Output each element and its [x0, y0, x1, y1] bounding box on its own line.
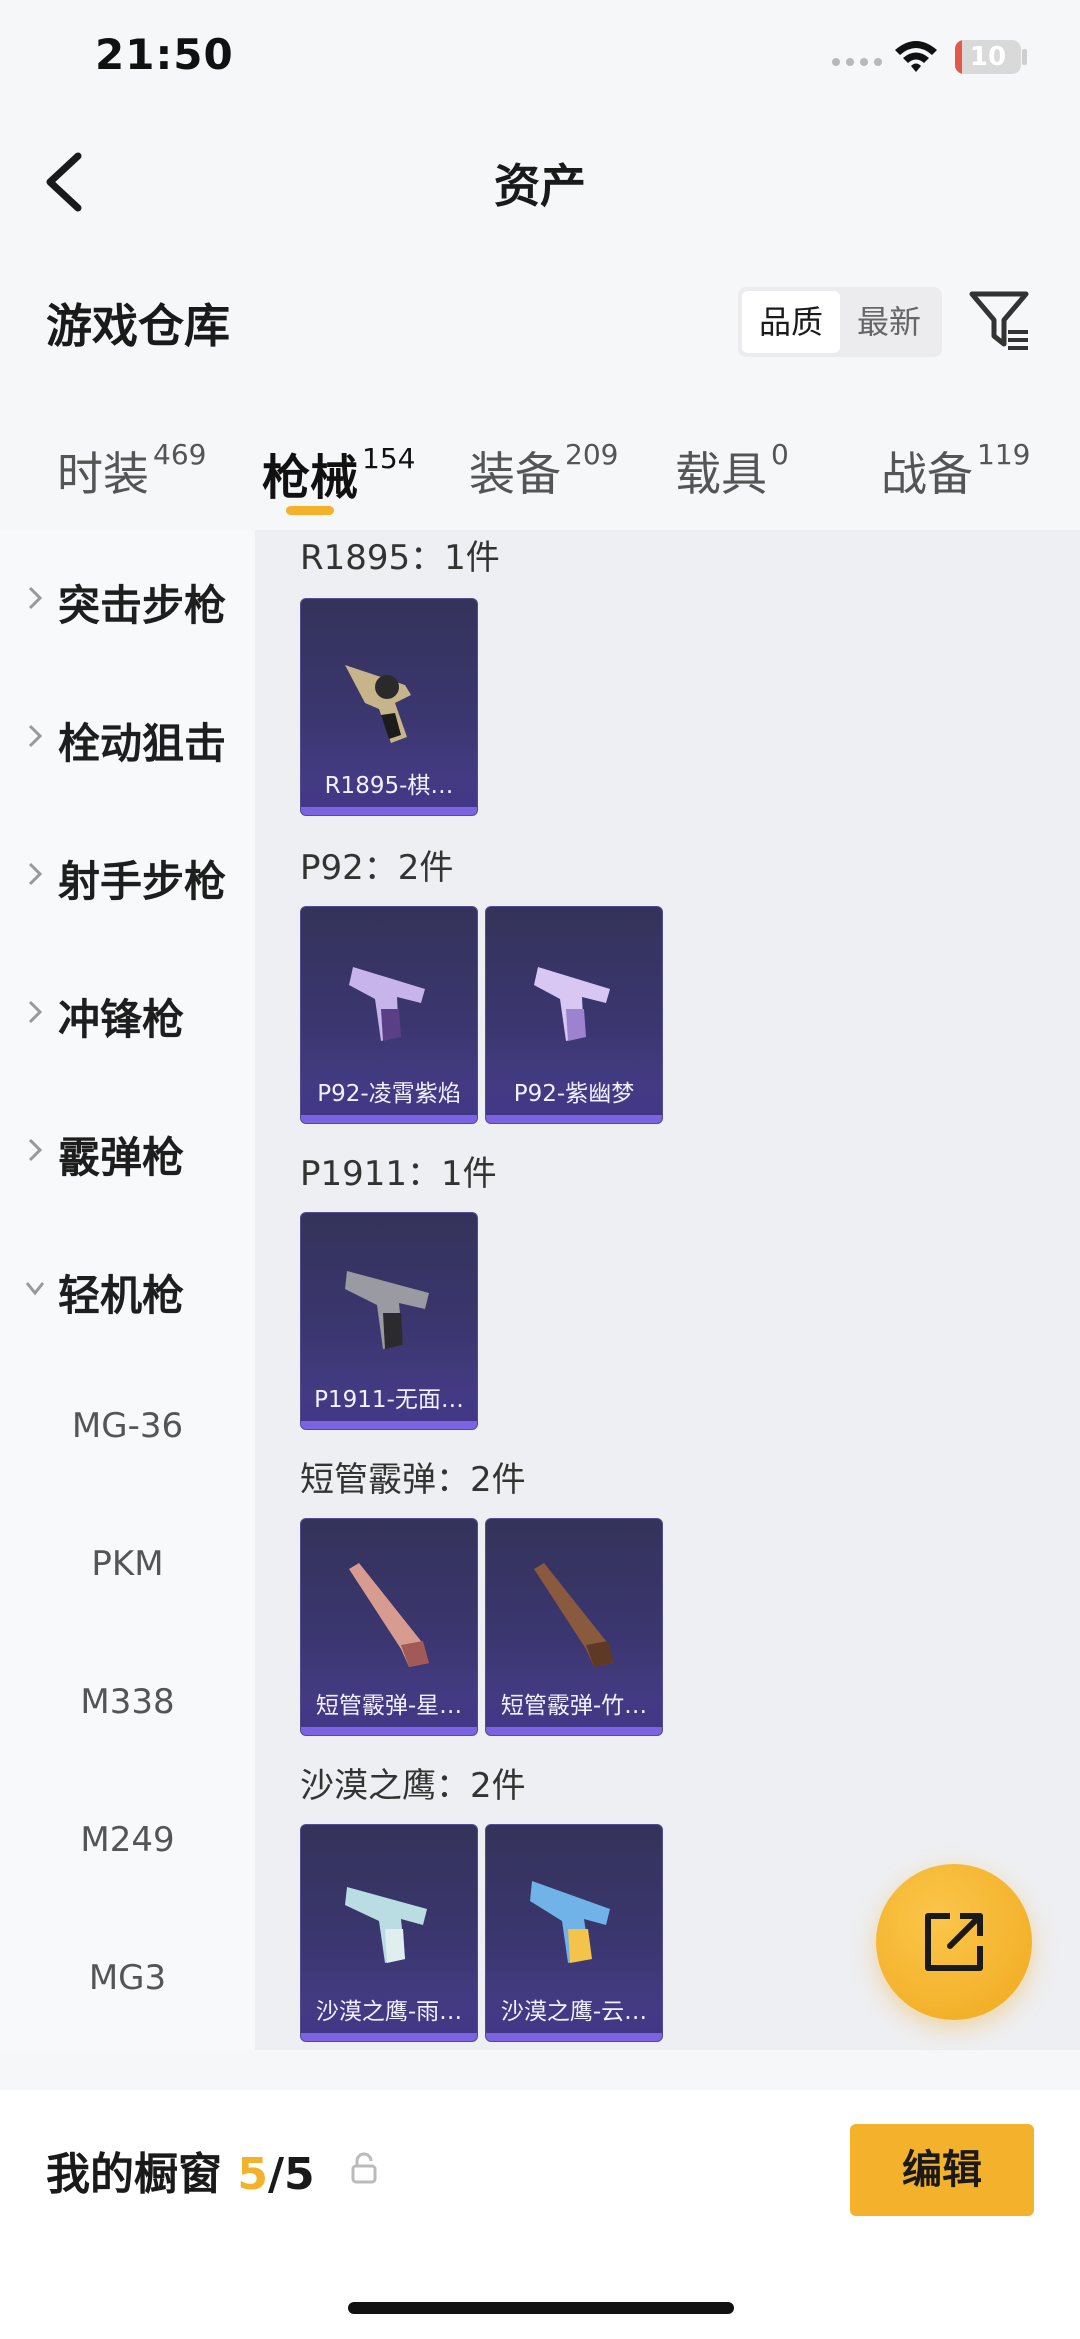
sidebar-subitem-mg36[interactable]: MG-36: [0, 1406, 255, 1446]
weapon-card-label: R1895-棋…: [301, 765, 477, 807]
group-title: R1895：1件: [300, 538, 500, 578]
sidebar-item-smg[interactable]: 冲锋枪: [0, 974, 255, 1054]
showcase-count: 5: [237, 2149, 268, 2200]
category-tabs: 时装 469 枪械 154 装备 209 载具 0 战备 119: [0, 420, 1080, 530]
sort-latest-button[interactable]: 最新: [840, 291, 938, 353]
pistol-icon: [530, 1881, 610, 1963]
weapon-card[interactable]: 短管霰弹-竹…: [485, 1518, 663, 1736]
tab-vehicles[interactable]: 载具 0: [675, 438, 789, 504]
sidebar-subitem-pkm[interactable]: PKM: [0, 1544, 255, 1584]
showcase-label: 我的橱窗 5/5: [46, 2149, 315, 2200]
weapon-card[interactable]: 沙漠之鹰-云…: [485, 1824, 663, 2042]
shotgun-icon: [534, 1563, 614, 1667]
home-indicator: [348, 2302, 734, 2314]
signal-icon: [832, 58, 882, 66]
sidebar-item-bolt-sniper[interactable]: 栓动狙击: [0, 698, 255, 778]
tab-firearms[interactable]: 枪械 154: [262, 438, 415, 508]
active-tab-indicator: [286, 506, 334, 515]
edit-button[interactable]: 编辑: [850, 2124, 1034, 2216]
warehouse-title: 游戏仓库: [46, 299, 230, 353]
chevron-down-icon: [25, 1282, 45, 1296]
showcase-total: /5: [267, 2149, 315, 2200]
chevron-right-icon: [28, 862, 43, 886]
status-bar: 21:50 10: [0, 0, 1080, 120]
revolver-icon: [345, 665, 411, 743]
group-title: 短管霰弹：2件: [300, 1460, 526, 1500]
sidebar-item-marksman-rifle[interactable]: 射手步枪: [0, 836, 255, 916]
share-button[interactable]: [876, 1864, 1032, 2020]
filter-icon[interactable]: [968, 288, 1030, 354]
weapon-card-label: 短管霰弹-竹…: [486, 1685, 662, 1727]
tab-equipment[interactable]: 装备 209: [469, 438, 618, 504]
nav-bar: 资产: [0, 130, 1080, 230]
sort-toggle: 品质 最新: [738, 287, 942, 357]
group-title: 沙漠之鹰：2件: [300, 1766, 526, 1806]
weapon-card-label: P92-凌霄紫焰: [301, 1073, 477, 1115]
sidebar-item-assault-rifle[interactable]: 突击步枪: [0, 560, 255, 640]
weapon-card-label: 沙漠之鹰-雨…: [301, 1991, 477, 2033]
battery-percent: 10: [969, 42, 1007, 72]
page-title: 资产: [494, 159, 586, 213]
chevron-right-icon: [28, 724, 43, 748]
sidebar-item-lmg[interactable]: 轻机枪: [0, 1250, 255, 1330]
weapon-card[interactable]: 短管霰弹-星…: [300, 1518, 478, 1736]
wifi-icon: [895, 41, 937, 72]
tab-battle-prep[interactable]: 战备 119: [881, 438, 1030, 504]
sidebar-subitem-mg3[interactable]: MG3: [0, 1958, 255, 1998]
weapon-card-label: P92-紫幽梦: [486, 1073, 662, 1115]
sort-quality-button[interactable]: 品质: [742, 291, 840, 353]
share-icon: [925, 1913, 983, 1971]
weapon-card-label: 沙漠之鹰-云…: [486, 1991, 662, 2033]
chevron-right-icon: [28, 1000, 43, 1024]
weapon-card-label: 短管霰弹-星…: [301, 1685, 477, 1727]
sidebar-subitem-m338[interactable]: M338: [0, 1682, 255, 1722]
weapon-card[interactable]: P1911-无面…: [300, 1212, 478, 1430]
sidebar-subitem-m249[interactable]: M249: [0, 1820, 255, 1860]
battery-icon: 10: [955, 40, 1021, 74]
weapon-list: R1895：1件 R1895-棋… P92：2件 P92-凌霄紫焰 P92-紫幽…: [255, 530, 1080, 2050]
chevron-right-icon: [28, 1138, 43, 1162]
group-title: P1911：1件: [300, 1154, 497, 1194]
weapon-card[interactable]: P92-凌霄紫焰: [300, 906, 478, 1124]
weapon-card-label: P1911-无面…: [301, 1379, 477, 1421]
weapon-category-sidebar: 突击步枪 栓动狙击 射手步枪 冲锋枪 霰弹枪 轻机枪 MG-36 PKM M33…: [0, 530, 255, 2050]
pistol-icon: [349, 967, 425, 1041]
weapon-card[interactable]: R1895-棋…: [300, 598, 478, 816]
status-time: 21:50: [95, 30, 234, 79]
lock-icon: [351, 2152, 377, 2184]
weapon-card[interactable]: P92-紫幽梦: [485, 906, 663, 1124]
sidebar-item-shotgun[interactable]: 霰弹枪: [0, 1112, 255, 1192]
pistol-icon: [345, 1271, 429, 1349]
tab-fashion[interactable]: 时装 469: [57, 438, 206, 504]
pistol-icon: [534, 967, 610, 1041]
pistol-icon: [345, 1887, 427, 1963]
weapon-card[interactable]: 沙漠之鹰-雨…: [300, 1824, 478, 2042]
shotgun-icon: [349, 1563, 429, 1667]
chevron-right-icon: [28, 586, 43, 610]
group-title: P92：2件: [300, 848, 454, 888]
